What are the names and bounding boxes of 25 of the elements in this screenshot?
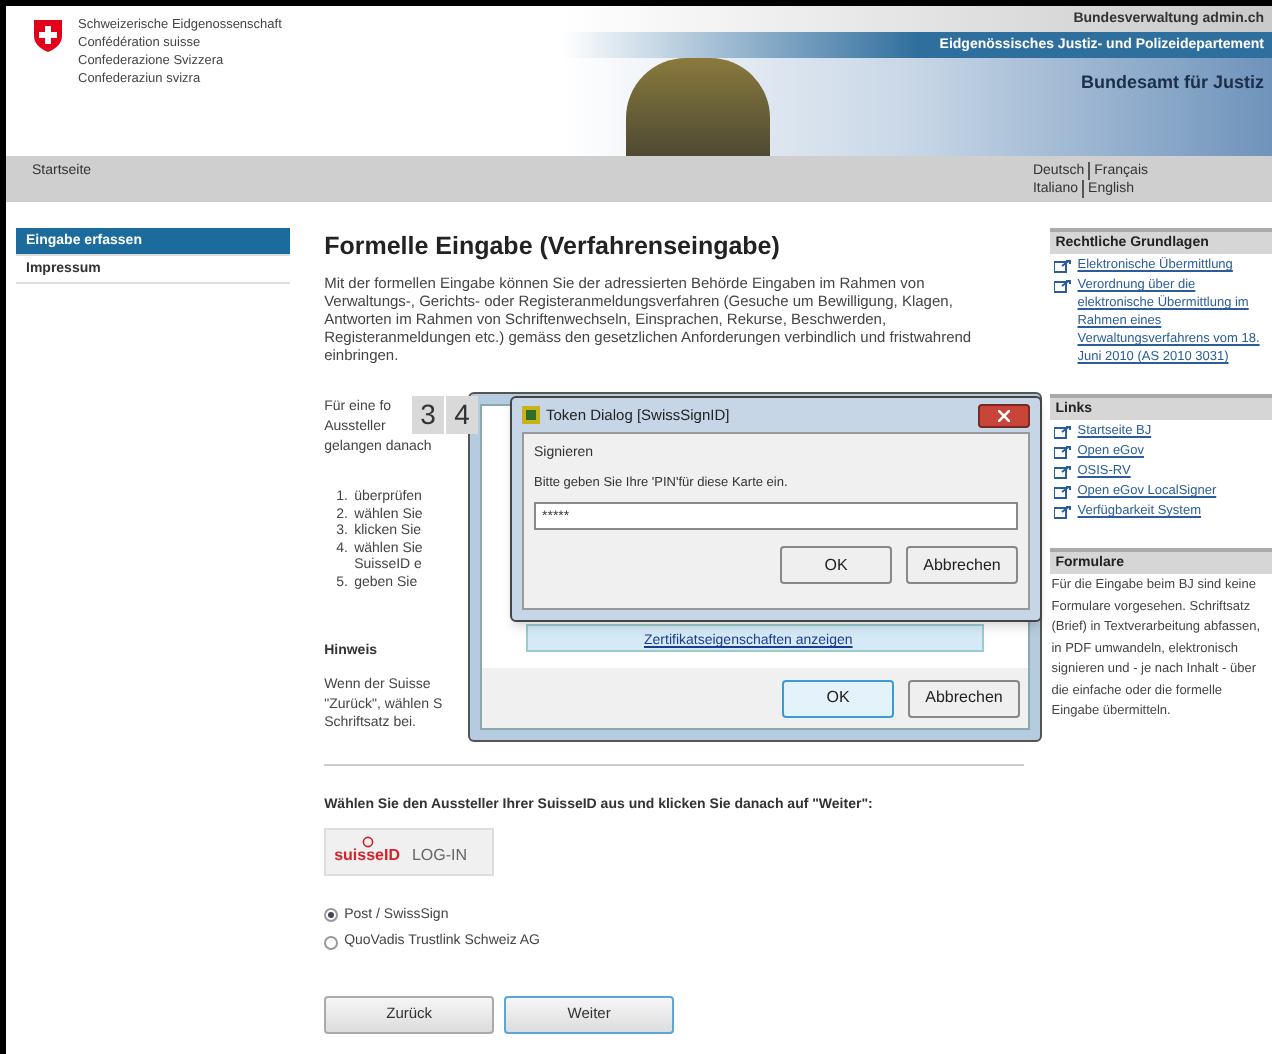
close-button[interactable] [978, 403, 1030, 427]
swiss-cross-shield-icon [34, 20, 62, 52]
link-arrow-icon [1053, 426, 1072, 440]
suisseid-logo-text: suisseID [334, 847, 400, 863]
radio-icon[interactable] [324, 908, 339, 923]
dialog-button[interactable]: Abbrechen [906, 546, 1018, 585]
app-icon [522, 406, 540, 424]
link-arrow-icon [1053, 446, 1072, 460]
page-title: Formelle Eingabe (Verfahrenseingabe) [324, 230, 782, 262]
suisseid-login-button[interactable]: suisseID LOG-IN [324, 827, 495, 875]
link-arrow-icon [1053, 466, 1072, 480]
dialog-button[interactable]: Abbrechen [908, 679, 1020, 717]
link-arrow-icon [1053, 260, 1072, 274]
link-arrow-icon [1053, 506, 1072, 520]
dialog-button[interactable]: OK [782, 679, 894, 717]
link-arrow-icon [1053, 280, 1072, 294]
statue-photo-placeholder [626, 58, 770, 156]
login-text: LOG-IN [411, 847, 468, 863]
radio-icon[interactable] [324, 935, 339, 950]
dialog-button[interactable]: OK [780, 546, 892, 585]
step-badge: 4 [446, 396, 478, 434]
office-name: Bundesamt für Justiz [1080, 70, 1264, 96]
close-icon [998, 409, 1010, 421]
link-arrow-icon [1053, 486, 1072, 500]
step-badge: 3 [412, 396, 444, 434]
